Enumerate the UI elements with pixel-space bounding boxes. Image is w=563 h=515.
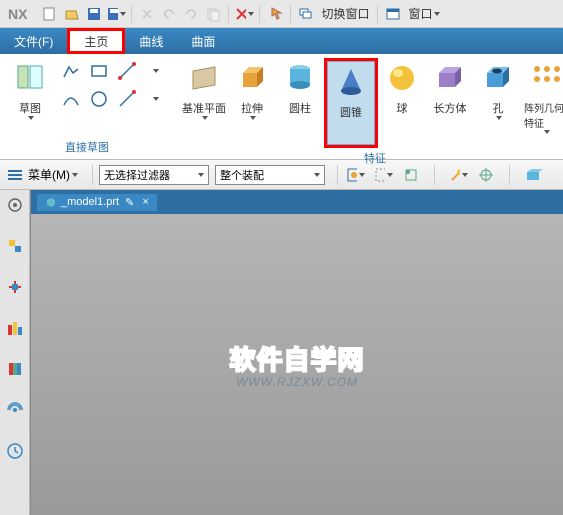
- datum-plane-button[interactable]: 基准平面: [180, 58, 228, 122]
- chevron-down-icon: [28, 116, 34, 120]
- datum-plane-icon: [186, 60, 222, 96]
- more-tool-2[interactable]: [142, 86, 168, 112]
- menu-file[interactable]: 文件(F): [0, 28, 67, 54]
- left-rail: [0, 190, 30, 515]
- select-icon-6[interactable]: [523, 165, 543, 185]
- tab-close-button[interactable]: ×: [142, 196, 148, 208]
- assembly-scope-combo[interactable]: 整个装配: [215, 165, 325, 185]
- hamburger-icon: [6, 168, 24, 182]
- line-tool[interactable]: [114, 58, 140, 84]
- pattern-geometry-button[interactable]: 阵列几何特征: [522, 58, 563, 136]
- window-menu-label: 窗口: [408, 5, 432, 22]
- hole-button[interactable]: 孔: [474, 58, 522, 122]
- part-icon: [45, 196, 57, 208]
- part-navigator-icon[interactable]: [6, 237, 24, 258]
- sphere-button[interactable]: 球: [378, 58, 426, 118]
- select-icon-4[interactable]: [448, 165, 468, 185]
- sketch-icon: [12, 60, 48, 96]
- ribbon-group-features: 基准平面 拉伸 圆柱 圆锥 球: [174, 58, 563, 159]
- chevron-down-icon: [202, 116, 208, 120]
- title-bar: NX 切换窗口 窗口: [0, 0, 563, 28]
- clock-icon[interactable]: [6, 442, 24, 463]
- watermark: 软件自学网 WWW.RJZXW.COM: [229, 340, 364, 389]
- group-label-direct-sketch: 直接草图: [6, 137, 168, 159]
- sphere-icon: [384, 60, 420, 96]
- extrude-icon: [234, 60, 270, 96]
- circle-tool[interactable]: [86, 86, 112, 112]
- select-icon-1[interactable]: [345, 165, 365, 185]
- assembly-scope-value: 整个装配: [220, 167, 264, 183]
- window-icon[interactable]: [383, 4, 403, 24]
- extrude-button[interactable]: 拉伸: [228, 58, 276, 122]
- tab-dirty-marker: ✎: [125, 196, 134, 209]
- selection-filter-value: 无选择过滤器: [104, 167, 170, 183]
- copy-icon[interactable]: [203, 4, 223, 24]
- select-icon-3[interactable]: [401, 165, 421, 185]
- filter-bar: 菜单(M) 无选择过滤器 整个装配: [0, 160, 563, 190]
- cylinder-button[interactable]: 圆柱: [276, 58, 324, 118]
- save-icon[interactable]: [84, 4, 104, 24]
- profile-tool[interactable]: [58, 58, 84, 84]
- pattern-icon: [528, 60, 563, 96]
- switch-window-button[interactable]: 切换窗口: [321, 5, 369, 22]
- app-logo: NX: [4, 6, 31, 22]
- switch-window-label: 切换窗口: [321, 5, 369, 22]
- redo-icon[interactable]: [181, 4, 201, 24]
- save-dropdown-icon[interactable]: [106, 4, 126, 24]
- open-icon[interactable]: [62, 4, 82, 24]
- hole-icon: [480, 60, 516, 96]
- menu-button[interactable]: 菜单(M): [6, 166, 78, 183]
- ribbon-group-sketch: 草图 直接草图: [0, 58, 174, 159]
- history-icon[interactable]: [6, 319, 24, 340]
- viewport: _model1.prt ✎ × 软件自学网 WWW.RJZXW.COM: [30, 190, 563, 515]
- select-icon-2[interactable]: [373, 165, 393, 185]
- tab-title: _model1.prt: [61, 196, 119, 208]
- watermark-url: WWW.RJZXW.COM: [229, 375, 364, 389]
- cuboid-icon: [432, 60, 468, 96]
- cuboid-button[interactable]: 长方体: [426, 58, 474, 118]
- settings-icon[interactable]: [6, 196, 24, 217]
- watermark-title: 软件自学网: [229, 340, 364, 377]
- point-line-tool[interactable]: [114, 86, 140, 112]
- menu-home[interactable]: 主页: [67, 28, 125, 54]
- menu-bar: 文件(F) 主页 曲线 曲面: [0, 28, 563, 54]
- cylinder-icon: [282, 60, 318, 96]
- menu-surface[interactable]: 曲面: [177, 28, 229, 54]
- model-canvas[interactable]: 软件自学网 WWW.RJZXW.COM: [31, 214, 563, 515]
- more-tool-1[interactable]: [142, 58, 168, 84]
- constraints-icon[interactable]: [6, 278, 24, 299]
- arc-tool[interactable]: [58, 86, 84, 112]
- menu-button-label: 菜单(M): [28, 166, 70, 183]
- sketch-tools-grid: [58, 58, 168, 112]
- chevron-down-icon: [250, 116, 256, 120]
- undo-icon[interactable]: [159, 4, 179, 24]
- rectangle-tool[interactable]: [86, 58, 112, 84]
- ribbon: 草图 直接草图 基准平面: [0, 54, 563, 160]
- cut-icon[interactable]: [137, 4, 157, 24]
- document-tab[interactable]: _model1.prt ✎ ×: [37, 194, 157, 211]
- cone-highlight-box: 圆锥: [324, 58, 378, 148]
- delete-icon[interactable]: [234, 4, 254, 24]
- work-area: _model1.prt ✎ × 软件自学网 WWW.RJZXW.COM: [0, 190, 563, 515]
- select-icon-5[interactable]: [476, 165, 496, 185]
- selection-filter-combo[interactable]: 无选择过滤器: [99, 165, 209, 185]
- switch-window-icon[interactable]: [296, 4, 316, 24]
- chevron-down-icon: [544, 130, 550, 134]
- window-menu-button[interactable]: 窗口: [408, 5, 440, 22]
- touch-icon[interactable]: [265, 4, 285, 24]
- document-tab-strip: _model1.prt ✎ ×: [31, 190, 563, 214]
- library-icon[interactable]: [6, 360, 24, 381]
- web-icon[interactable]: [6, 401, 24, 422]
- menu-curve[interactable]: 曲线: [125, 28, 177, 54]
- sketch-button[interactable]: 草图: [6, 58, 54, 122]
- cone-button[interactable]: 圆锥: [327, 61, 375, 145]
- cone-icon: [333, 64, 369, 100]
- chevron-down-icon: [496, 116, 502, 120]
- new-file-icon[interactable]: [40, 4, 60, 24]
